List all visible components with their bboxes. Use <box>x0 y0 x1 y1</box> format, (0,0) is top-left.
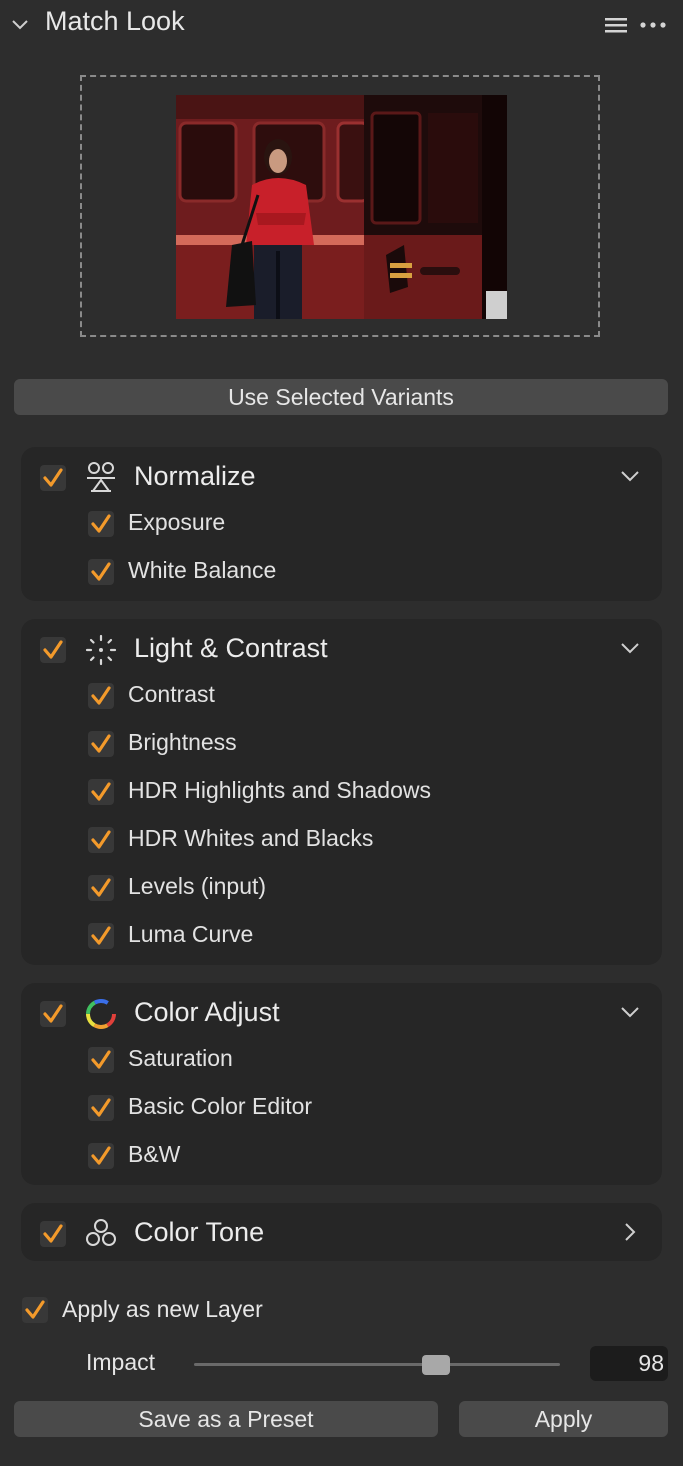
levels-input-label: Levels (input) <box>128 873 267 899</box>
panel-title: Match Look <box>45 6 185 36</box>
light-contrast-icon <box>85 634 117 666</box>
bw-label: B&W <box>128 1141 181 1167</box>
group-title: Color Adjust <box>134 997 280 1027</box>
group-title: Color Tone <box>134 1217 265 1247</box>
apply-button[interactable]: Apply <box>459 1401 668 1437</box>
reference-drop-zone[interactable] <box>80 75 600 337</box>
luma-curve-label: Luma Curve <box>128 921 254 947</box>
hdr-whites-blacks-label: HDR Whites and Blacks <box>128 825 374 851</box>
impact-slider-thumb[interactable] <box>421 1355 450 1375</box>
color-tone-checkbox[interactable] <box>40 1221 66 1247</box>
chevron-down-icon[interactable] <box>619 637 641 659</box>
color-tone-icon <box>86 1219 116 1246</box>
contrast-checkbox[interactable] <box>88 683 114 709</box>
chevron-down-icon[interactable] <box>619 1001 641 1023</box>
chevron-right-icon[interactable] <box>619 1221 641 1243</box>
bw-checkbox[interactable] <box>88 1143 114 1169</box>
apply-as-new-layer-checkbox[interactable] <box>22 1297 48 1323</box>
more-dots-icon[interactable] <box>639 15 667 35</box>
white-balance-checkbox[interactable] <box>88 559 114 585</box>
basic-color-editor-checkbox[interactable] <box>88 1095 114 1121</box>
normalize-icon <box>87 462 115 492</box>
group-normalize: Normalize Exposure White Balance <box>21 447 662 601</box>
levels-input-checkbox[interactable] <box>88 875 114 901</box>
group-title: Light & Contrast <box>134 633 328 663</box>
color-wheel-icon <box>86 999 116 1029</box>
luma-curve-checkbox[interactable] <box>88 923 114 949</box>
color-adjust-checkbox[interactable] <box>40 1001 66 1027</box>
saturation-checkbox[interactable] <box>88 1047 114 1073</box>
impact-label: Impact <box>86 1349 156 1375</box>
group-title: Normalize <box>134 461 256 491</box>
group-color-adjust: Color Adjust Saturation Basic Color Edit… <box>21 983 662 1185</box>
save-as-preset-button[interactable]: Save as a Preset <box>14 1401 438 1437</box>
panel-header: Match Look <box>0 0 683 48</box>
brightness-label: Brightness <box>128 729 237 755</box>
contrast-label: Contrast <box>128 681 215 707</box>
exposure-label: Exposure <box>128 509 226 535</box>
impact-slider-track[interactable] <box>194 1363 560 1366</box>
hamburger-menu-icon[interactable] <box>604 15 628 35</box>
group-light-contrast: Light & Contrast Contrast Brightness HDR… <box>21 619 662 965</box>
basic-color-editor-label: Basic Color Editor <box>128 1093 313 1119</box>
brightness-checkbox[interactable] <box>88 731 114 757</box>
group-color-tone: Color Tone <box>21 1203 662 1261</box>
hdr-whites-blacks-checkbox[interactable] <box>88 827 114 853</box>
exposure-checkbox[interactable] <box>88 511 114 537</box>
chevron-down-icon[interactable] <box>619 465 641 487</box>
hdr-highlights-shadows-checkbox[interactable] <box>88 779 114 805</box>
reference-image <box>176 95 507 319</box>
normalize-checkbox[interactable] <box>40 465 66 491</box>
saturation-label: Saturation <box>128 1045 233 1071</box>
impact-value-field[interactable]: 98 <box>590 1346 668 1381</box>
chevron-down-icon[interactable] <box>10 14 30 34</box>
apply-as-new-layer-label: Apply as new Layer <box>62 1296 263 1322</box>
hdr-highlights-shadows-label: HDR Highlights and Shadows <box>128 777 431 803</box>
use-selected-variants-button[interactable]: Use Selected Variants <box>14 379 668 415</box>
white-balance-label: White Balance <box>128 557 277 583</box>
light-contrast-checkbox[interactable] <box>40 637 66 663</box>
